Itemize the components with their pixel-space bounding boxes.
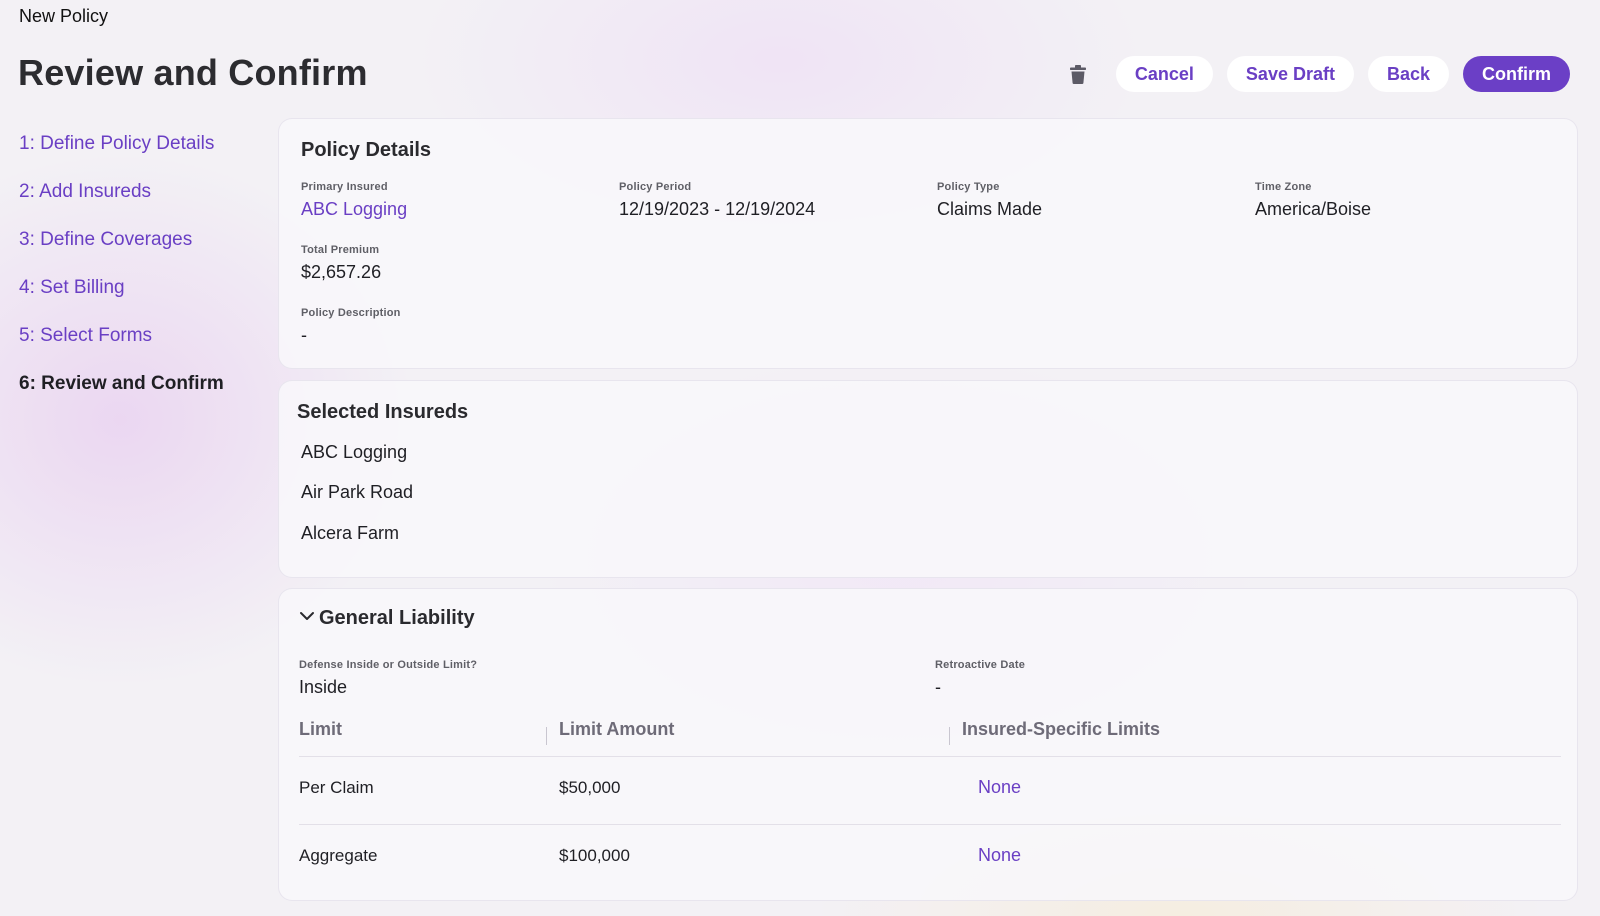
policy-type-value: Claims Made <box>937 199 1043 219</box>
insured-item: Alcera Farm <box>301 523 400 543</box>
breadcrumb: New Policy <box>19 6 109 26</box>
policy-details-title: Policy Details <box>301 139 432 161</box>
back-button[interactable]: Back <box>1367 56 1449 92</box>
selected-insureds-title: Selected Insureds <box>297 401 469 423</box>
save-draft-button[interactable]: Save Draft <box>1226 56 1354 92</box>
column-header-insured-specific-limits: Insured-Specific Limits <box>962 719 1161 739</box>
general-liability-card: General Liability Defense Inside or Outs… <box>278 588 1578 901</box>
column-divider <box>949 727 950 745</box>
limit-cell: Per Claim <box>299 778 374 797</box>
policy-details-card: Policy Details Primary Insured ABC Loggi… <box>278 118 1578 369</box>
selected-insureds-card: Selected Insureds ABC Logging Air Park R… <box>278 380 1578 578</box>
policy-period-value: 12/19/2023 - 12/19/2024 <box>619 199 816 219</box>
primary-insured-field: Primary Insured ABC Logging <box>301 181 407 220</box>
general-liability-title: General Liability <box>319 607 475 629</box>
defense-limit-value: Inside <box>299 677 348 697</box>
total-premium-value: $2,657.26 <box>301 262 382 282</box>
column-divider <box>546 727 547 745</box>
row-divider <box>299 756 1561 757</box>
policy-description-label: Policy Description <box>301 307 401 319</box>
general-liability-toggle[interactable]: General Liability <box>299 607 475 630</box>
limit-amount-cell: $50,000 <box>559 778 621 797</box>
limit-cell: Aggregate <box>299 846 378 865</box>
defense-limit-field: Defense Inside or Outside Limit? Inside <box>299 659 477 698</box>
trash-icon[interactable] <box>1060 56 1096 92</box>
step-add-insureds[interactable]: 2: Add Insureds <box>19 180 224 228</box>
time-zone-field: Time Zone America/Boise <box>1255 181 1371 220</box>
policy-type-field: Policy Type Claims Made <box>937 181 1042 220</box>
policy-description-field: Policy Description - <box>301 307 401 346</box>
row-divider <box>299 824 1561 825</box>
limit-amount-cell: $100,000 <box>559 846 630 865</box>
total-premium-field: Total Premium $2,657.26 <box>301 244 381 283</box>
chevron-down-icon <box>299 608 315 629</box>
total-premium-label: Total Premium <box>301 244 380 256</box>
defense-limit-label: Defense Inside or Outside Limit? <box>299 659 478 671</box>
primary-insured-link[interactable]: ABC Logging <box>301 199 407 220</box>
retroactive-date-field: Retroactive Date - <box>935 659 1025 698</box>
step-navigation: 1: Define Policy Details 2: Add Insureds… <box>19 132 224 420</box>
step-review-and-confirm: 6: Review and Confirm <box>19 373 224 394</box>
retroactive-date-value: - <box>935 677 941 697</box>
column-header-limit-amount: Limit Amount <box>559 719 675 739</box>
step-select-forms[interactable]: 5: Select Forms <box>19 324 224 372</box>
cancel-button[interactable]: Cancel <box>1115 56 1213 92</box>
insured-item: ABC Logging <box>301 442 408 462</box>
retroactive-date-label: Retroactive Date <box>935 659 1026 671</box>
step-define-coverages[interactable]: 3: Define Coverages <box>19 228 224 276</box>
policy-period-field: Policy Period 12/19/2023 - 12/19/2024 <box>619 181 815 220</box>
column-header-limit: Limit <box>299 719 342 739</box>
confirm-button[interactable]: Confirm <box>1463 56 1570 92</box>
policy-period-label: Policy Period <box>619 181 692 193</box>
policy-type-label: Policy Type <box>937 181 1000 193</box>
step-define-policy-details[interactable]: 1: Define Policy Details <box>19 132 224 180</box>
insured-specific-limits-link[interactable]: None <box>978 845 1021 866</box>
action-bar: Cancel Save Draft Back Confirm <box>1060 56 1570 92</box>
time-zone-value: America/Boise <box>1255 199 1372 219</box>
page-title: Review and Confirm <box>18 52 368 93</box>
insured-item: Air Park Road <box>301 482 414 502</box>
primary-insured-label: Primary Insured <box>301 181 388 193</box>
insured-specific-limits-link[interactable]: None <box>978 777 1021 798</box>
step-set-billing[interactable]: 4: Set Billing <box>19 276 224 324</box>
time-zone-label: Time Zone <box>1255 181 1312 193</box>
policy-description-value: - <box>301 325 307 345</box>
